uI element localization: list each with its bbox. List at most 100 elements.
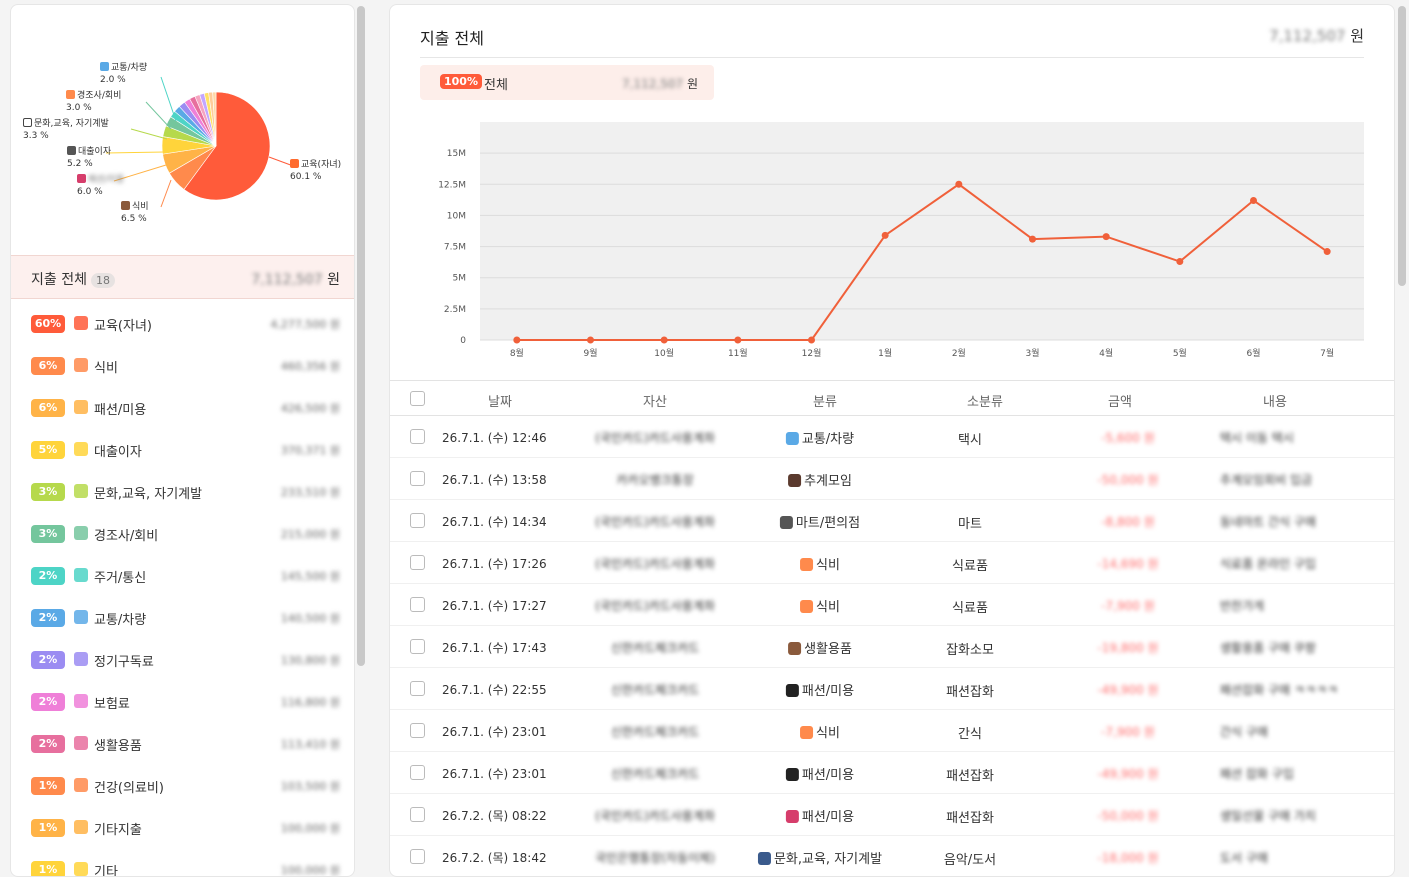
- header-asset[interactable]: 자산: [643, 391, 667, 410]
- row-category: 패션/미용: [785, 806, 854, 825]
- table-row[interactable]: 26.7.1. (수) 23:01 신한카드체크카드 패션/미용 패션잡화 -49,90…: [390, 752, 1394, 794]
- right-scrollbar[interactable]: [1398, 6, 1406, 286]
- row-asset: 국민은행통장(자동이체): [595, 851, 715, 865]
- table-row[interactable]: 26.7.1. (수) 14:34 (국민카드)카드사용계좌 마트/편의점 마트 -8,…: [390, 500, 1394, 542]
- header-amount[interactable]: 금액: [1108, 391, 1132, 410]
- header-date[interactable]: 날짜: [488, 391, 512, 410]
- category-row[interactable]: 1% 건강(의료비) 103,500 원: [11, 765, 354, 807]
- pie-label-culture: 문화,교육, 자기계발 3.3 %: [23, 118, 109, 141]
- category-row[interactable]: 2% 주거/통신 145,500 원: [11, 555, 354, 597]
- pie-chart: 교통/차량 2.0 % 경조사/회비 3.0 % 문화,교육, 자기계발 3.3 % …: [11, 5, 354, 255]
- x-tick-label: 8월: [510, 347, 524, 359]
- table-row[interactable]: 26.7.2. (목) 18:42 국민은행통장(자동이체) 문화,교육, 자기계발…: [390, 836, 1394, 876]
- header-memo[interactable]: 내용: [1263, 391, 1287, 410]
- row-checkbox[interactable]: [410, 681, 425, 696]
- category-amount: 4,277,500 원: [270, 318, 340, 331]
- header-category[interactable]: 분류: [813, 391, 837, 410]
- data-point[interactable]: [1029, 235, 1036, 243]
- category-row[interactable]: 2% 정기구독료 130,800 원: [11, 639, 354, 681]
- data-point[interactable]: [808, 336, 815, 344]
- row-checkbox[interactable]: [410, 639, 425, 654]
- row-date: 26.7.1. (수) 17:26: [442, 557, 547, 571]
- data-point[interactable]: [955, 180, 963, 188]
- table-row[interactable]: 26.7.1. (수) 17:27 (국민카드)카드사용계좌 식비 식료품 -7,900…: [390, 584, 1394, 626]
- data-point[interactable]: [513, 336, 521, 344]
- row-subcategory: 식료품: [952, 559, 988, 574]
- row-category: 문화,교육, 자기계발: [757, 848, 882, 867]
- row-checkbox[interactable]: [410, 765, 425, 780]
- data-point[interactable]: [587, 336, 594, 344]
- category-percent-badge: 1%: [31, 861, 65, 876]
- row-checkbox[interactable]: [410, 849, 425, 864]
- data-point[interactable]: [1250, 196, 1257, 204]
- divider: [420, 57, 1364, 58]
- row-checkbox[interactable]: [410, 597, 425, 612]
- data-point[interactable]: [1176, 258, 1184, 266]
- category-row[interactable]: 3% 문화,교육, 자기계발 233,510 원: [11, 471, 354, 513]
- data-point[interactable]: [734, 336, 742, 344]
- category-amount: 426,500 원: [280, 402, 340, 415]
- data-point[interactable]: [660, 336, 668, 344]
- row-asset: 카카오뱅크통장: [616, 473, 694, 487]
- category-row[interactable]: 6% 패션/미용 426,500 원: [11, 387, 354, 429]
- category-name: 경조사/회비: [94, 529, 159, 544]
- data-point[interactable]: [1323, 248, 1331, 256]
- data-point[interactable]: [881, 231, 889, 239]
- summary-count-badge: 18: [90, 273, 115, 288]
- x-tick-label: 5월: [1173, 347, 1187, 359]
- category-row[interactable]: 3% 경조사/회비 215,000 원: [11, 513, 354, 555]
- category-name: 정기구독료: [94, 655, 154, 670]
- detail-title: 지출 전체: [420, 29, 484, 48]
- row-asset: (국민카드)카드사용계좌: [595, 809, 715, 823]
- table-row[interactable]: 26.7.1. (수) 13:58 카카오뱅크통장 추계모임 -50,000 원 추계모…: [390, 458, 1394, 500]
- pie-label-education: 교육(자녀) 60.1 %: [290, 159, 342, 182]
- table-row[interactable]: 26.7.1. (수) 17:43 신한카드체크카드 생활용품 잡화소모 -19,800…: [390, 626, 1394, 668]
- row-checkbox[interactable]: [410, 807, 425, 822]
- row-category: 마트/편의점: [779, 512, 860, 531]
- row-date: 26.7.2. (목) 08:22: [442, 809, 547, 823]
- data-point[interactable]: [1102, 233, 1110, 241]
- table-row[interactable]: 26.7.1. (수) 23:01 신한카드체크카드 식비 간식 -7,900 원 간식 …: [390, 710, 1394, 752]
- category-row[interactable]: 2% 교통/차량 140,500 원: [11, 597, 354, 639]
- left-scrollbar[interactable]: [357, 6, 365, 666]
- row-checkbox[interactable]: [410, 429, 425, 444]
- row-memo: 택시 이동 택시: [1220, 431, 1294, 445]
- category-percent-badge: 60%: [31, 315, 65, 333]
- filter-pill-all[interactable]: 100% 전체 7,112,507 원: [420, 65, 714, 100]
- y-tick-label: 7.5M: [444, 243, 466, 253]
- expense-summary-bar[interactable]: 지출 전체 18 7,112,507 원: [11, 255, 354, 299]
- pill-percent-badge: 100%: [440, 74, 482, 89]
- category-name: 보험료: [94, 697, 130, 712]
- category-name: 패션/미용: [94, 403, 147, 418]
- table-header: 날짜 자산 분류 소분류 금액 내용: [390, 380, 1394, 416]
- table-row[interactable]: 26.7.1. (수) 17:26 (국민카드)카드사용계좌 식비 식료품 -14,69…: [390, 542, 1394, 584]
- row-checkbox[interactable]: [410, 723, 425, 738]
- row-checkbox[interactable]: [410, 471, 425, 486]
- table-row[interactable]: 26.7.2. (목) 08:22 (국민카드)카드사용계좌 패션/미용 패션잡화 -5…: [390, 794, 1394, 836]
- category-row[interactable]: 2% 보험료 116,800 원: [11, 681, 354, 723]
- category-name: 대출이자: [94, 445, 142, 460]
- row-date: 26.7.1. (수) 17:27: [442, 599, 547, 613]
- category-icon: [74, 652, 88, 666]
- row-checkbox[interactable]: [410, 555, 425, 570]
- table-row[interactable]: 26.7.1. (수) 22:55 신한카드체크카드 패션/미용 패션잡화 -49,90…: [390, 668, 1394, 710]
- category-percent-badge: 2%: [31, 651, 65, 669]
- category-row[interactable]: 5% 대출이자 370,371 원: [11, 429, 354, 471]
- category-amount: 460,356 원: [280, 360, 340, 373]
- category-row[interactable]: 60% 교육(자녀) 4,277,500 원: [11, 303, 354, 345]
- category-row[interactable]: 1% 기타지출 100,000 원: [11, 807, 354, 849]
- row-subcategory: 간식: [958, 727, 982, 742]
- pie-leader-line: [105, 151, 166, 154]
- category-row[interactable]: 1% 기타 100,000 원: [11, 849, 354, 876]
- category-icon: [788, 642, 802, 655]
- category-icon: [74, 400, 88, 414]
- category-icon: [785, 810, 799, 823]
- x-tick-label: 12월: [802, 347, 822, 359]
- table-row[interactable]: 26.7.1. (수) 12:46 (국민카드)카드사용계좌 교통/차량 택시 -5,6…: [390, 416, 1394, 458]
- category-row[interactable]: 2% 생활용품 113,410 원: [11, 723, 354, 765]
- category-row[interactable]: 6% 식비 460,356 원: [11, 345, 354, 387]
- header-subcategory[interactable]: 소분류: [967, 391, 1003, 410]
- select-all-checkbox[interactable]: [410, 391, 425, 406]
- row-checkbox[interactable]: [410, 513, 425, 528]
- row-amount: -5,600 원: [1101, 431, 1155, 445]
